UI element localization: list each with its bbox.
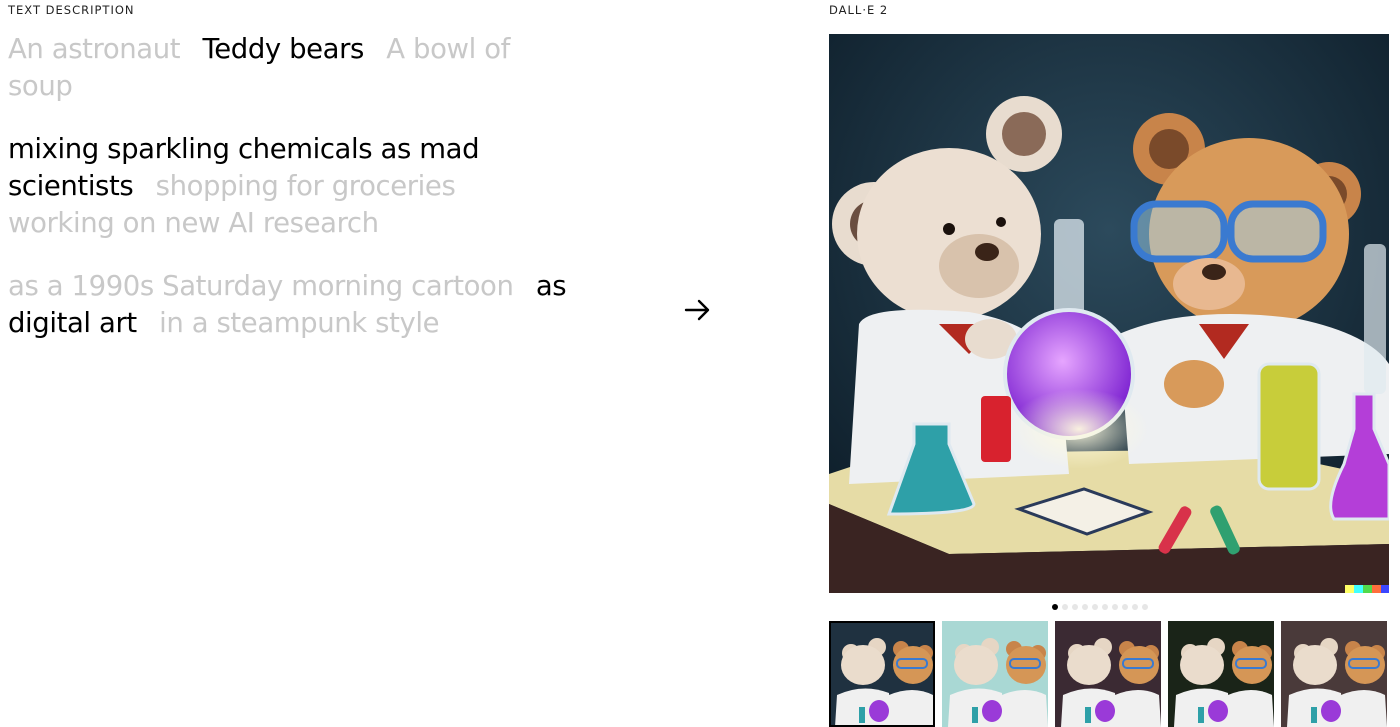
option-steampunk-style[interactable]: in a steampunk style <box>159 307 439 339</box>
thumbnail-image[interactable] <box>1281 621 1387 727</box>
option-teddy-bears[interactable]: Teddy bears <box>203 33 365 65</box>
thumbnail-image[interactable] <box>1055 621 1161 727</box>
carousel-dot[interactable] <box>1062 604 1068 610</box>
text-description-label: TEXT DESCRIPTION <box>8 3 135 17</box>
carousel-dot[interactable] <box>1052 604 1058 610</box>
option-1990s-cartoon[interactable]: as a 1990s Saturday morning cartoon <box>8 270 514 302</box>
dalle-label: DALL·E 2 <box>829 3 889 17</box>
thumbnail-image[interactable] <box>942 621 1048 727</box>
thumbnail-image[interactable] <box>829 621 935 727</box>
carousel-dot[interactable] <box>1072 604 1078 610</box>
action-options: mixing sparkling chemicals as mad scient… <box>8 131 568 242</box>
subject-options: An astronaut Teddy bears A bowl of soup <box>8 31 568 105</box>
arrow-right-icon[interactable] <box>682 294 714 326</box>
carousel-dots <box>1052 603 1148 611</box>
style-options: as a 1990s Saturday morning cartoon as d… <box>8 268 568 342</box>
carousel-dot[interactable] <box>1102 604 1108 610</box>
carousel-dot[interactable] <box>1142 604 1148 610</box>
carousel-dot[interactable] <box>1082 604 1088 610</box>
carousel-dot[interactable] <box>1122 604 1128 610</box>
carousel-dot[interactable] <box>1112 604 1118 610</box>
carousel-dot[interactable] <box>1092 604 1098 610</box>
thumbnail-strip <box>829 621 1387 727</box>
option-an-astronaut[interactable]: An astronaut <box>8 33 181 65</box>
teddy-bears-mad-scientists-image <box>829 34 1389 593</box>
option-working-on-ai-research[interactable]: working on new AI research <box>8 207 379 239</box>
option-shopping-for-groceries[interactable]: shopping for groceries <box>156 170 456 202</box>
carousel-dot[interactable] <box>1132 604 1138 610</box>
thumbnail-image[interactable] <box>1168 621 1274 727</box>
